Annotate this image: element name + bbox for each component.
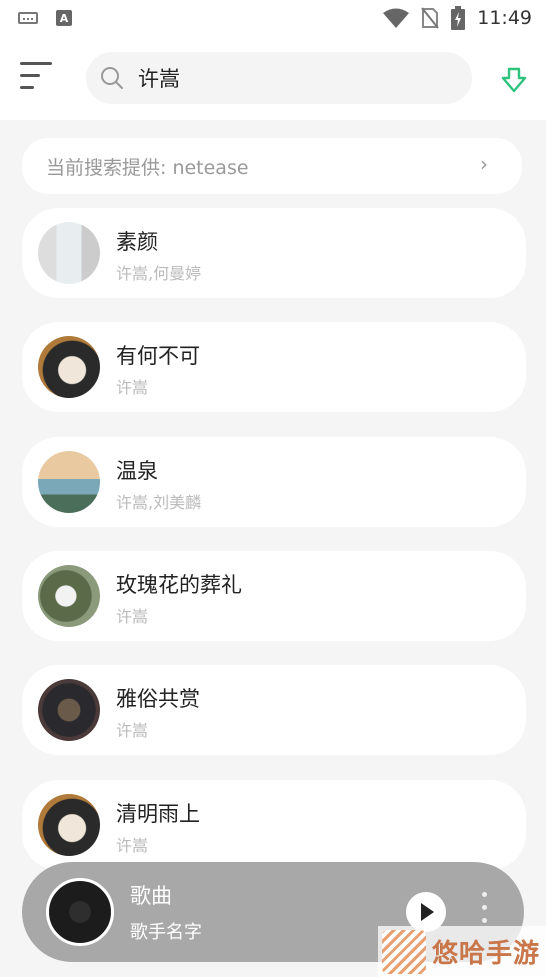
song-item[interactable]: 雅俗共赏 许嵩: [22, 665, 526, 755]
status-time: 11:49: [477, 7, 532, 29]
watermark: 悠哈手游: [378, 926, 546, 977]
song-artist: 许嵩,刘美麟: [116, 493, 202, 512]
album-cover: [38, 794, 100, 856]
player-song-title: 歌曲: [130, 884, 172, 908]
search-query: 许嵩: [138, 67, 180, 91]
search-icon: [101, 67, 123, 89]
song-artist: 许嵩,何曼婷: [116, 264, 202, 283]
no-sim-icon: [421, 7, 440, 29]
a-icon: A: [56, 10, 72, 26]
menu-icon[interactable]: [20, 62, 56, 92]
song-artist: 许嵩: [116, 607, 149, 626]
song-artist: 许嵩: [116, 836, 149, 855]
search-input[interactable]: 许嵩: [86, 52, 472, 104]
status-bar: A 11:49: [0, 0, 546, 38]
player-artist: 歌手名字: [130, 922, 202, 943]
song-item[interactable]: 有何不可 许嵩: [22, 322, 526, 412]
watermark-logo: [382, 929, 426, 974]
song-item[interactable]: 玫瑰花的葬礼 许嵩: [22, 551, 526, 641]
song-item[interactable]: 清明雨上 许嵩: [22, 780, 526, 870]
top-bar: 许嵩: [0, 38, 546, 120]
search-source-bar[interactable]: 当前搜索提供: netease ›: [22, 138, 522, 194]
player-disc: [46, 878, 114, 946]
wifi-icon: [383, 8, 410, 28]
chevron-right-icon: ›: [480, 152, 488, 176]
song-title: 雅俗共赏: [116, 687, 200, 711]
song-title: 温泉: [116, 459, 158, 483]
album-cover: [38, 565, 100, 627]
song-title: 清明雨上: [116, 802, 200, 826]
watermark-text: 悠哈手游: [432, 939, 541, 969]
search-source-text: 当前搜索提供: netease: [46, 157, 249, 179]
album-cover: [38, 679, 100, 741]
song-artist: 许嵩: [116, 721, 149, 740]
song-title: 玫瑰花的葬礼: [116, 573, 242, 597]
keyboard-icon: [18, 12, 38, 24]
song-item[interactable]: 温泉 许嵩,刘美麟: [22, 437, 526, 527]
song-artist: 许嵩: [116, 378, 149, 397]
battery-icon: [451, 6, 466, 30]
album-cover: [38, 336, 100, 398]
album-cover: [38, 222, 100, 284]
song-title: 有何不可: [116, 344, 200, 368]
song-item[interactable]: 素颜 许嵩,何曼婷: [22, 208, 526, 298]
download-icon[interactable]: [500, 66, 528, 94]
album-cover: [38, 451, 100, 513]
song-title: 素颜: [116, 230, 158, 254]
